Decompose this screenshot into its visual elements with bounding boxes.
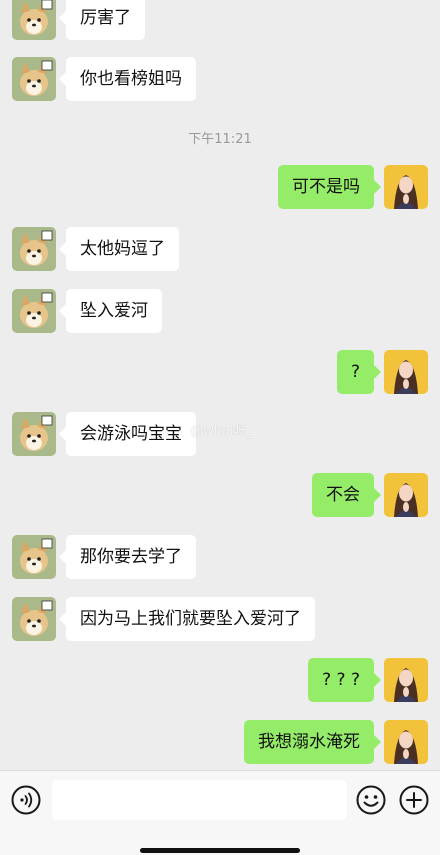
watermark: @whai呀_	[190, 424, 253, 439]
shiba-dog-avatar[interactable]	[12, 412, 56, 456]
message-row: 你也看榜姐吗	[0, 57, 440, 101]
input-bar	[0, 770, 440, 855]
shiba-dog-avatar[interactable]	[12, 597, 56, 641]
shiba-dog-avatar[interactable]	[12, 535, 56, 579]
voice-icon[interactable]	[10, 784, 42, 816]
message-bubble[interactable]: ?	[336, 350, 382, 394]
girl-praying-avatar[interactable]	[384, 658, 428, 702]
message-row: 我想溺水淹死	[0, 720, 440, 764]
message-input[interactable]	[52, 780, 347, 820]
message-bubble[interactable]: ? ? ?	[308, 658, 381, 702]
message-bubble[interactable]: 因为马上我们就要坠入爱河了	[59, 597, 315, 641]
message-row: 可不是吗	[0, 165, 440, 209]
girl-praying-avatar[interactable]	[384, 165, 428, 209]
message-bubble[interactable]: 会游泳吗宝宝	[59, 412, 196, 456]
chat-message-list[interactable]: 厉害了 你也看榜姐吗 下午11:21 可不是吗 太他妈逗了 坠入爱河 ? 会游泳…	[0, 0, 440, 770]
message-row: 不会	[0, 473, 440, 517]
message-bubble[interactable]: 不会	[312, 473, 381, 517]
message-timestamp: 下午11:21	[188, 132, 252, 147]
shiba-dog-avatar[interactable]	[12, 289, 56, 333]
girl-praying-avatar[interactable]	[384, 350, 428, 394]
shiba-dog-avatar[interactable]	[12, 227, 56, 271]
message-row: 因为马上我们就要坠入爱河了	[0, 597, 440, 641]
message-row: 坠入爱河	[0, 289, 440, 333]
message-row: ?	[0, 350, 440, 394]
shiba-dog-avatar[interactable]	[12, 0, 56, 40]
girl-praying-avatar[interactable]	[384, 720, 428, 764]
plus-icon[interactable]	[398, 784, 430, 816]
message-bubble[interactable]: 可不是吗	[278, 165, 381, 209]
message-row: 那你要去学了	[0, 535, 440, 579]
message-bubble[interactable]: 坠入爱河	[59, 289, 162, 333]
message-bubble[interactable]: 那你要去学了	[59, 535, 196, 579]
message-bubble[interactable]: 太他妈逗了	[59, 227, 179, 271]
message-bubble[interactable]: 我想溺水淹死	[244, 720, 381, 764]
message-bubble[interactable]: 你也看榜姐吗	[59, 57, 196, 101]
message-row: 厉害了	[0, 0, 440, 40]
message-row: 太他妈逗了	[0, 227, 440, 271]
girl-praying-avatar[interactable]	[384, 473, 428, 517]
message-bubble[interactable]: 厉害了	[59, 0, 145, 40]
shiba-dog-avatar[interactable]	[12, 57, 56, 101]
message-row: ? ? ?	[0, 658, 440, 702]
home-indicator	[140, 848, 300, 853]
emoji-icon[interactable]	[355, 784, 387, 816]
